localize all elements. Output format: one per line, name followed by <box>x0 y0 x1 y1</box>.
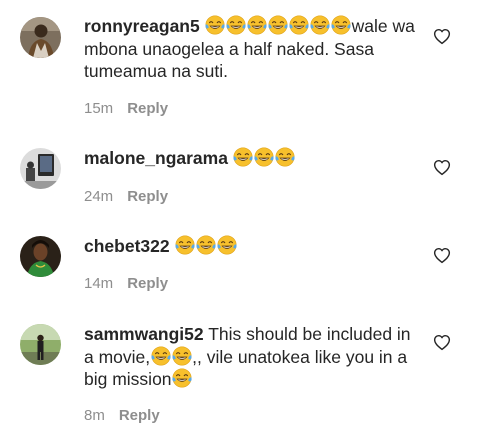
face-with-tears-of-joy-emoji <box>172 346 192 366</box>
face-with-tears-of-joy-emoji <box>151 346 171 366</box>
face-with-tears-of-joy-emoji <box>205 15 225 35</box>
user-avatar-icon <box>20 17 61 58</box>
face-with-tears-of-joy-emoji <box>172 368 192 388</box>
heart-outline-icon[interactable] <box>433 247 451 264</box>
emoji-group <box>233 148 296 168</box>
comment-meta: 24m Reply <box>84 188 168 205</box>
avatar[interactable] <box>20 236 61 277</box>
reply-button[interactable]: Reply <box>119 407 160 424</box>
face-with-tears-of-joy-emoji <box>175 235 195 255</box>
comment-username[interactable]: sammwangi52 <box>84 324 204 344</box>
emoji-group <box>150 347 192 367</box>
face-with-tears-of-joy-emoji <box>331 15 351 35</box>
comment-meta: 15m Reply <box>84 100 168 117</box>
comment-timestamp: 24m <box>84 188 114 205</box>
comment-timestamp: 14m <box>84 275 114 292</box>
comment-username[interactable]: chebet322 <box>84 236 170 256</box>
user-avatar-icon <box>20 236 61 277</box>
reply-button[interactable]: Reply <box>127 275 168 292</box>
avatar[interactable] <box>20 148 61 189</box>
comment-meta: 8m Reply <box>84 407 160 424</box>
reply-button[interactable]: Reply <box>127 100 168 117</box>
emoji-group <box>205 16 352 36</box>
face-with-tears-of-joy-emoji <box>275 147 295 167</box>
comment-meta: 14m Reply <box>84 275 168 292</box>
face-with-tears-of-joy-emoji <box>233 147 253 167</box>
comment-text: sammwangi52 This should be included in a… <box>84 323 419 391</box>
user-avatar-icon <box>20 148 61 189</box>
user-avatar-icon <box>20 324 61 365</box>
face-with-tears-of-joy-emoji <box>226 15 246 35</box>
comment-text: ronnyreagan5 wale wa mbona unaogelea a h… <box>84 15 419 83</box>
comment-text: chebet322 <box>84 235 419 258</box>
face-with-tears-of-joy-emoji <box>217 235 237 255</box>
comment-text: malone_ngarama <box>84 147 419 170</box>
heart-outline-icon[interactable] <box>433 28 451 45</box>
face-with-tears-of-joy-emoji <box>247 15 267 35</box>
comment-timestamp: 15m <box>84 100 114 117</box>
face-with-tears-of-joy-emoji <box>254 147 274 167</box>
reply-button[interactable]: Reply <box>127 188 168 205</box>
emoji-group <box>174 236 237 256</box>
comment-username[interactable]: ronnyreagan5 <box>84 16 200 36</box>
avatar[interactable] <box>20 17 61 58</box>
face-with-tears-of-joy-emoji <box>196 235 216 255</box>
comment-username[interactable]: malone_ngarama <box>84 148 228 168</box>
face-with-tears-of-joy-emoji <box>310 15 330 35</box>
heart-outline-icon[interactable] <box>433 334 451 351</box>
heart-outline-icon[interactable] <box>433 159 451 176</box>
face-with-tears-of-joy-emoji <box>268 15 288 35</box>
face-with-tears-of-joy-emoji <box>289 15 309 35</box>
avatar[interactable] <box>20 324 61 365</box>
comment-timestamp: 8m <box>84 407 105 424</box>
